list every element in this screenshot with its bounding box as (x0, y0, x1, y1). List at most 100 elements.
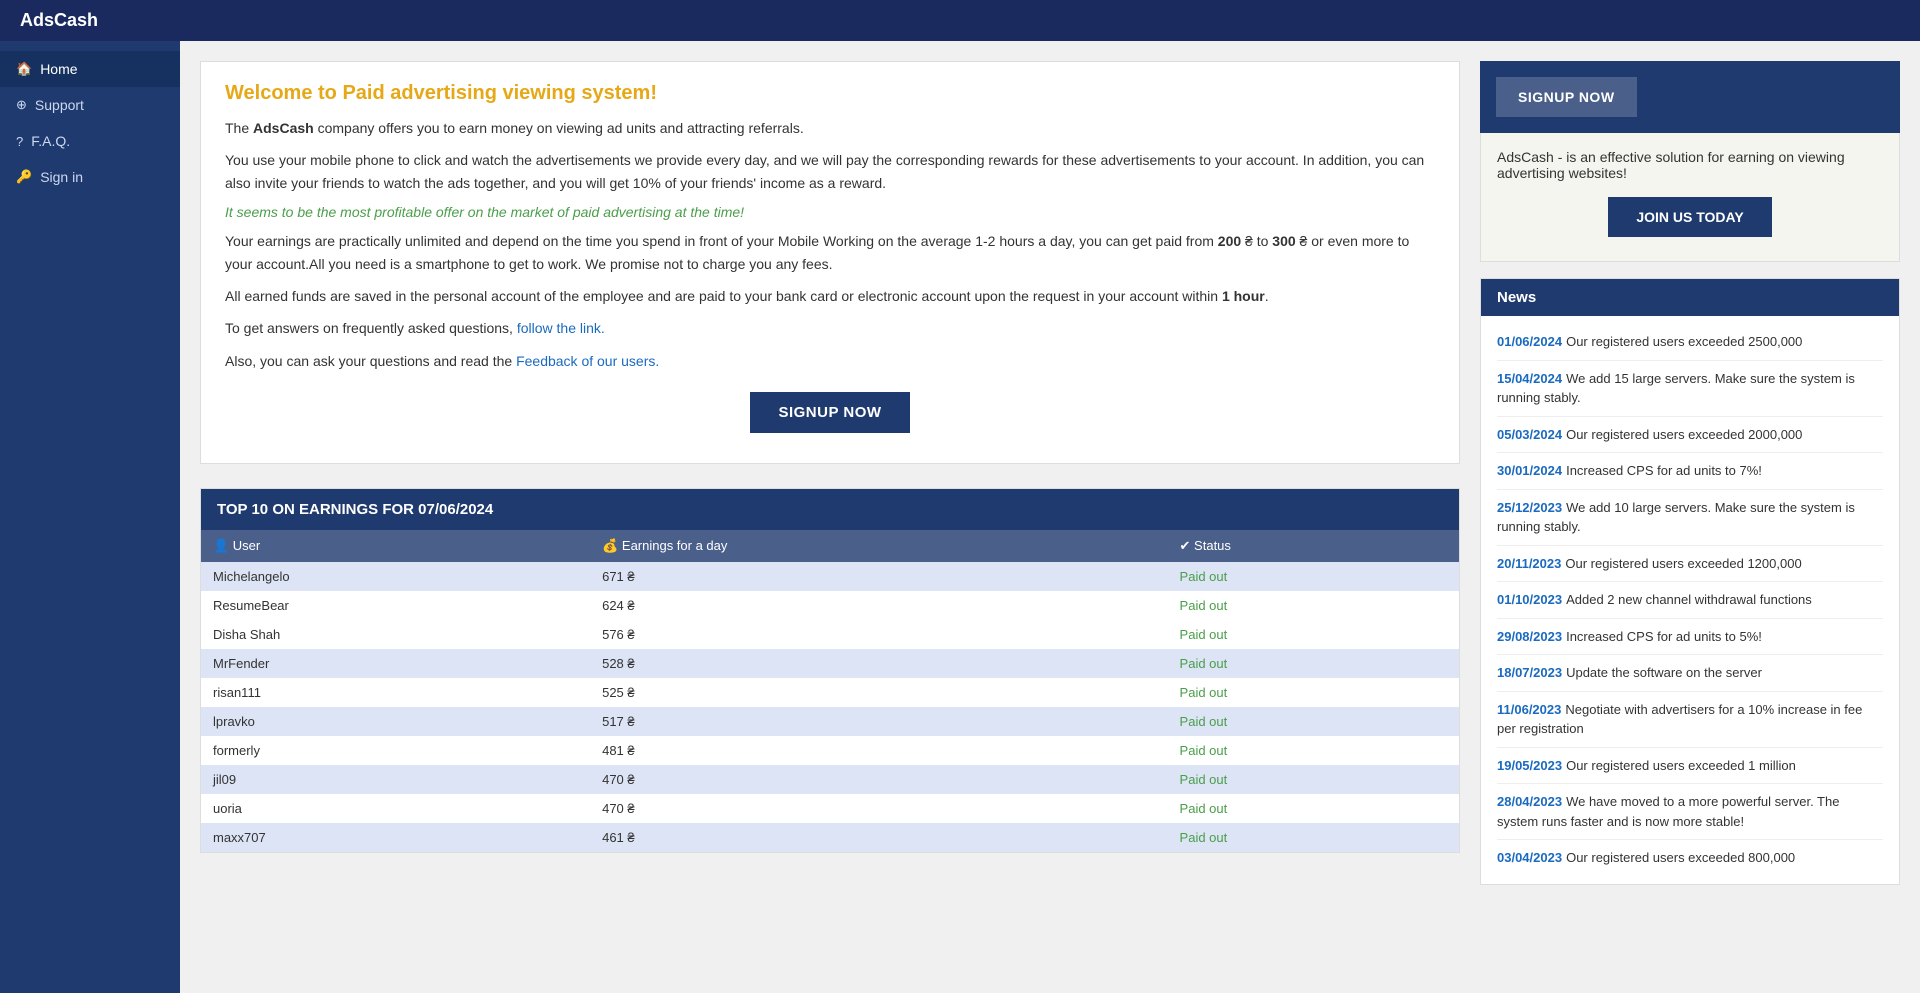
table-row: MrFender 528 ₴ Paid out (201, 649, 1459, 678)
top10-body: Michelangelo 671 ₴ Paid out ResumeBear 6… (201, 562, 1459, 852)
cell-status: Paid out (1168, 765, 1459, 794)
cell-earnings: 624 ₴ (590, 591, 1167, 620)
news-text: Increased CPS for ad units to 7%! (1566, 463, 1762, 478)
cell-earnings: 671 ₴ (590, 562, 1167, 591)
welcome-title-plain: Welcome to (225, 82, 342, 104)
news-date: 20/11/2023 (1497, 556, 1561, 571)
table-row: Disha Shah 576 ₴ Paid out (201, 620, 1459, 649)
news-text: Update the software on the server (1566, 665, 1762, 680)
cell-user: maxx707 (201, 823, 590, 852)
welcome-box: Welcome to Paid advertising viewing syst… (200, 61, 1460, 464)
table-row: Michelangelo 671 ₴ Paid out (201, 562, 1459, 591)
signup-button-main[interactable]: SIGNUP NOW (750, 392, 909, 433)
cell-earnings: 576 ₴ (590, 620, 1167, 649)
sidebar: 🏠 Home ⊕ Support ? F.A.Q. 🔑 Sign in (0, 41, 180, 993)
news-date: 01/06/2024 (1497, 334, 1562, 349)
cell-user: uoria (201, 794, 590, 823)
cell-status: Paid out (1168, 794, 1459, 823)
welcome-para2: You use your mobile phone to click and w… (225, 149, 1435, 194)
follow-link[interactable]: follow the link. (517, 320, 605, 336)
welcome-para3: Your earnings are practically unlimited … (225, 230, 1435, 275)
cell-user: jil09 (201, 765, 590, 794)
cell-user: Disha Shah (201, 620, 590, 649)
top10-table: 👤 User 💰 Earnings for a day ✔ Status Mic… (201, 530, 1459, 852)
sidebar-item-support-label: Support (35, 97, 84, 113)
table-row: uoria 470 ₴ Paid out (201, 794, 1459, 823)
news-text: Our registered users exceeded 2500,000 (1566, 334, 1802, 349)
right-sidebar: SIGNUP NOW AdsCash - is an effective sol… (1480, 61, 1900, 973)
sidebar-item-signin-label: Sign in (40, 169, 83, 185)
news-item: 05/03/2024Our registered users exceeded … (1497, 417, 1883, 454)
top10-section: TOP 10 ON EARNINGS FOR 07/06/2024 👤 User… (200, 488, 1460, 853)
news-date: 29/08/2023 (1497, 629, 1562, 644)
sidebar-item-support[interactable]: ⊕ Support (0, 87, 180, 123)
news-date: 01/10/2023 (1497, 592, 1562, 607)
main-content: Welcome to Paid advertising viewing syst… (180, 41, 1920, 993)
cell-user: MrFender (201, 649, 590, 678)
cell-user: ResumeBear (201, 591, 590, 620)
home-icon: 🏠 (16, 61, 32, 77)
news-text: Our registered users exceeded 1200,000 (1565, 556, 1801, 571)
news-item: 11/06/2023Negotiate with advertisers for… (1497, 692, 1883, 748)
cell-user: lpravko (201, 707, 590, 736)
feedback-link[interactable]: Feedback of our users. (516, 353, 659, 369)
news-text: Increased CPS for ad units to 5%! (1566, 629, 1762, 644)
sidebar-item-faq[interactable]: ? F.A.Q. (0, 123, 180, 159)
cell-earnings: 517 ₴ (590, 707, 1167, 736)
news-text: Our registered users exceeded 1 million (1566, 758, 1796, 773)
adscash-desc-box: AdsCash - is an effective solution for e… (1480, 133, 1900, 262)
news-item: 25/12/2023We add 10 large servers. Make … (1497, 490, 1883, 546)
col-earnings: 💰 Earnings for a day (590, 530, 1167, 562)
sidebar-item-home-label: Home (40, 61, 77, 77)
news-item: 01/10/2023 Added 2 new channel withdrawal… (1497, 582, 1883, 619)
col-user: 👤 User (201, 530, 590, 562)
cell-status: Paid out (1168, 649, 1459, 678)
cell-user: Michelangelo (201, 562, 590, 591)
col-status: ✔ Status (1168, 530, 1459, 562)
news-text: Added 2 new channel withdrawal functions (1566, 592, 1812, 607)
news-date: 15/04/2024 (1497, 371, 1562, 386)
news-date: 19/05/2023 (1497, 758, 1562, 773)
cell-status: Paid out (1168, 591, 1459, 620)
news-date: 18/07/2023 (1497, 665, 1562, 680)
signup-now-button[interactable]: SIGNUP NOW (1496, 77, 1637, 117)
sidebar-item-signin[interactable]: 🔑 Sign in (0, 159, 180, 195)
table-header-row: 👤 User 💰 Earnings for a day ✔ Status (201, 530, 1459, 562)
table-row: risan111 525 ₴ Paid out (201, 678, 1459, 707)
faq-icon: ? (16, 134, 23, 149)
cell-status: Paid out (1168, 823, 1459, 852)
cell-earnings: 481 ₴ (590, 736, 1167, 765)
cell-status: Paid out (1168, 620, 1459, 649)
news-header: News (1481, 279, 1899, 316)
cell-earnings: 470 ₴ (590, 794, 1167, 823)
cell-earnings: 528 ₴ (590, 649, 1167, 678)
cell-status: Paid out (1168, 562, 1459, 591)
highlight-text: It seems to be the most profitable offer… (225, 204, 1435, 220)
signin-icon: 🔑 (16, 169, 32, 185)
cell-user: risan111 (201, 678, 590, 707)
top10-header: TOP 10 ON EARNINGS FOR 07/06/2024 (201, 489, 1459, 530)
cell-status: Paid out (1168, 736, 1459, 765)
welcome-para4: All earned funds are saved in the person… (225, 285, 1435, 307)
table-row: jil09 470 ₴ Paid out (201, 765, 1459, 794)
table-row: formerly 481 ₴ Paid out (201, 736, 1459, 765)
sidebar-item-home[interactable]: 🏠 Home (0, 51, 180, 87)
news-item: 18/07/2023 Update the software on the ser… (1497, 655, 1883, 692)
news-text: Our registered users exceeded 800,000 (1566, 850, 1795, 865)
join-today-button[interactable]: JOIN US TODAY (1608, 197, 1771, 237)
company-name: AdsCash (253, 120, 314, 136)
adscash-desc-text: AdsCash - is an effective solution for e… (1497, 149, 1883, 181)
welcome-title-highlight: Paid advertising viewing system! (342, 82, 657, 104)
news-date: 28/04/2023 (1497, 794, 1562, 809)
news-text: Our registered users exceeded 2000,000 (1566, 427, 1802, 442)
signup-btn-center: SIGNUP NOW (225, 392, 1435, 433)
sidebar-item-faq-label: F.A.Q. (31, 133, 70, 149)
cell-earnings: 470 ₴ (590, 765, 1167, 794)
news-item: 30/01/2024 Increased CPS for ad units to … (1497, 453, 1883, 490)
news-date: 11/06/2023 (1497, 702, 1561, 717)
welcome-links: To get answers on frequently asked quest… (225, 317, 1435, 339)
table-row: lpravko 517 ₴ Paid out (201, 707, 1459, 736)
news-date: 03/04/2023 (1497, 850, 1562, 865)
news-date: 30/01/2024 (1497, 463, 1562, 478)
table-row: ResumeBear 624 ₴ Paid out (201, 591, 1459, 620)
